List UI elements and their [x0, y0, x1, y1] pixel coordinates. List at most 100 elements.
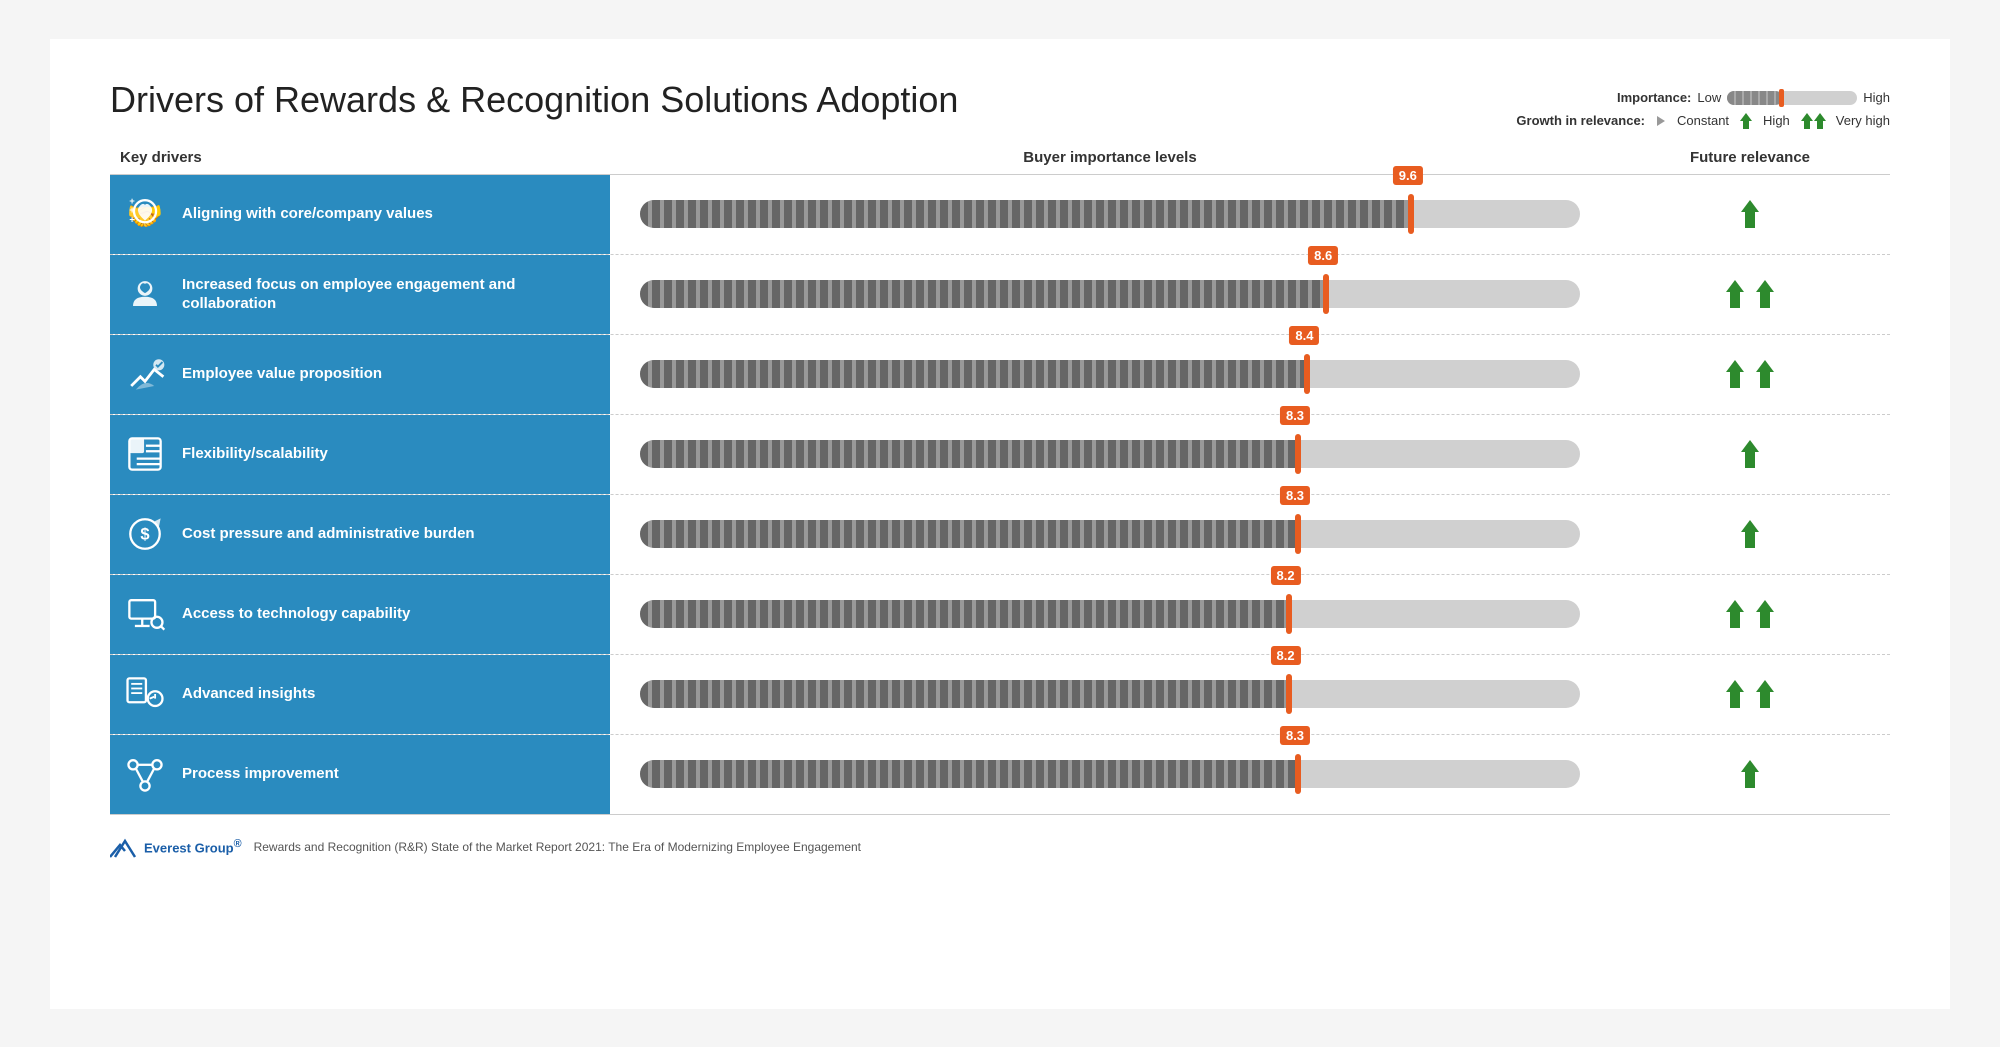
relevance-cell-engagement: [1610, 255, 1890, 334]
table-row: Increased focus on employee engagement a…: [110, 255, 1890, 335]
bar-cell-technology: 8.2: [610, 575, 1610, 654]
relevance-cell-process: [1610, 735, 1890, 814]
bar-marker-engagement: 8.6: [1323, 274, 1329, 314]
bar-marker-flexibility: 8.3: [1295, 434, 1301, 474]
driver-label-technology: Access to technology capability: [182, 604, 410, 624]
driver-label-engagement: Increased focus on employee engagement a…: [182, 275, 600, 314]
bar-cell-process: 8.3: [610, 735, 1610, 814]
high-growth-label: High: [1763, 113, 1790, 128]
bar-track-evp: 8.4: [640, 360, 1580, 388]
table-row: 🤝 + + + Aligning with core/company value…: [110, 175, 1890, 255]
table-row: Access to technology capability 8.2: [110, 575, 1890, 655]
up-arrow-icon: [1737, 518, 1763, 550]
bar-value-cost: 8.3: [1280, 486, 1310, 505]
bar-fill-process: [640, 760, 1298, 788]
importance-label: Importance:: [1617, 90, 1691, 105]
bar-cell-flexibility: 8.3: [610, 415, 1610, 494]
bar-track-technology: 8.2: [640, 600, 1580, 628]
bar-cell-engagement: 8.6: [610, 255, 1610, 334]
driver-label-flexibility: Flexibility/scalability: [182, 444, 328, 464]
constant-label: Constant: [1677, 113, 1729, 128]
high-arrow-icon: [1737, 111, 1755, 131]
up-arrow-icon: [1722, 678, 1748, 710]
col-future-relevance: Future relevance: [1610, 149, 1890, 166]
up-arrow-icon: [1752, 678, 1778, 710]
very-high-arrows-icon: [1798, 111, 1828, 131]
up-arrow-icon: [1752, 278, 1778, 310]
footer: Everest Group® Rewards and Recognition (…: [110, 835, 1890, 859]
relevance-cell-technology: [1610, 575, 1890, 654]
low-label: Low: [1697, 90, 1721, 105]
bar-value-evp: 8.4: [1289, 326, 1319, 345]
driver-cell-evp: Employee value proposition: [110, 335, 610, 414]
high-label: High: [1863, 90, 1890, 105]
bar-value-flexibility: 8.3: [1280, 406, 1310, 425]
driver-icon-insights: [120, 669, 170, 719]
up-arrow-icon: [1752, 358, 1778, 390]
bar-track-aligning: 9.6: [640, 200, 1580, 228]
driver-cell-process: Process improvement: [110, 735, 610, 814]
relevance-cell-insights: [1610, 655, 1890, 734]
bar-cell-cost: 8.3: [610, 495, 1610, 574]
very-high-label: Very high: [1836, 113, 1890, 128]
bar-track-process: 8.3: [640, 760, 1580, 788]
driver-icon-flexibility: [120, 429, 170, 479]
bar-cell-evp: 8.4: [610, 335, 1610, 414]
up-arrow-icon: [1722, 598, 1748, 630]
driver-cell-engagement: Increased focus on employee engagement a…: [110, 255, 610, 334]
growth-label: Growth in relevance:: [1516, 113, 1645, 128]
bar-fill-insights: [640, 680, 1289, 708]
bar-value-insights: 8.2: [1271, 646, 1301, 665]
driver-cell-flexibility: Flexibility/scalability: [110, 415, 610, 494]
svg-text:+: +: [129, 214, 134, 224]
company-logo: Everest Group®: [110, 835, 242, 859]
bar-value-engagement: 8.6: [1308, 246, 1338, 265]
bar-track-flexibility: 8.3: [640, 440, 1580, 468]
driver-icon-cost: $: [120, 509, 170, 559]
driver-cell-aligning: 🤝 + + + Aligning with core/company value…: [110, 175, 610, 254]
relevance-cell-flexibility: [1610, 415, 1890, 494]
constant-icon: [1651, 112, 1669, 130]
bar-track-insights: 8.2: [640, 680, 1580, 708]
bar-value-aligning: 9.6: [1393, 166, 1423, 185]
bar-marker-evp: 8.4: [1304, 354, 1310, 394]
table-row: Flexibility/scalability 8.3: [110, 415, 1890, 495]
driver-cell-technology: Access to technology capability: [110, 575, 610, 654]
table-row: Employee value proposition 8.4: [110, 335, 1890, 415]
slide: Drivers of Rewards & Recognition Solutio…: [50, 39, 1950, 1009]
mountain-icon: [110, 835, 140, 859]
bar-marker-cost: 8.3: [1295, 514, 1301, 554]
driver-label-evp: Employee value proposition: [182, 364, 382, 384]
bar-fill-engagement: [640, 280, 1326, 308]
bar-fill-technology: [640, 600, 1289, 628]
bar-marker-insights: 8.2: [1286, 674, 1292, 714]
driver-cell-insights: Advanced insights: [110, 655, 610, 734]
driver-label-process: Process improvement: [182, 764, 339, 784]
bar-value-technology: 8.2: [1271, 566, 1301, 585]
growth-items: Constant High Very high: [1651, 111, 1890, 131]
main-table: Key drivers Buyer importance levels Futu…: [110, 141, 1890, 815]
bar-cell-aligning: 9.6: [610, 175, 1610, 254]
bar-fill-cost: [640, 520, 1298, 548]
table-row: $ Cost pressure and administrative burde…: [110, 495, 1890, 575]
footer-text: Rewards and Recognition (R&R) State of t…: [254, 840, 861, 854]
up-arrow-icon: [1722, 278, 1748, 310]
up-arrow-icon: [1737, 438, 1763, 470]
driver-label-aligning: Aligning with core/company values: [182, 204, 433, 224]
table-header: Key drivers Buyer importance levels Futu…: [110, 141, 1890, 175]
up-arrow-icon: [1737, 758, 1763, 790]
bar-fill-flexibility: [640, 440, 1298, 468]
bar-marker-technology: 8.2: [1286, 594, 1292, 634]
col-buyer-importance: Buyer importance levels: [610, 149, 1610, 166]
driver-icon-technology: [120, 589, 170, 639]
driver-label-insights: Advanced insights: [182, 684, 315, 704]
bar-fill-evp: [640, 360, 1307, 388]
up-arrow-icon: [1722, 358, 1748, 390]
relevance-cell-cost: [1610, 495, 1890, 574]
table-row: Process improvement 8.3: [110, 735, 1890, 815]
col-key-drivers: Key drivers: [110, 149, 610, 166]
driver-icon-engagement: [120, 269, 170, 319]
bar-marker-process: 8.3: [1295, 754, 1301, 794]
driver-label-cost: Cost pressure and administrative burden: [182, 524, 475, 544]
svg-text:$: $: [140, 525, 149, 544]
